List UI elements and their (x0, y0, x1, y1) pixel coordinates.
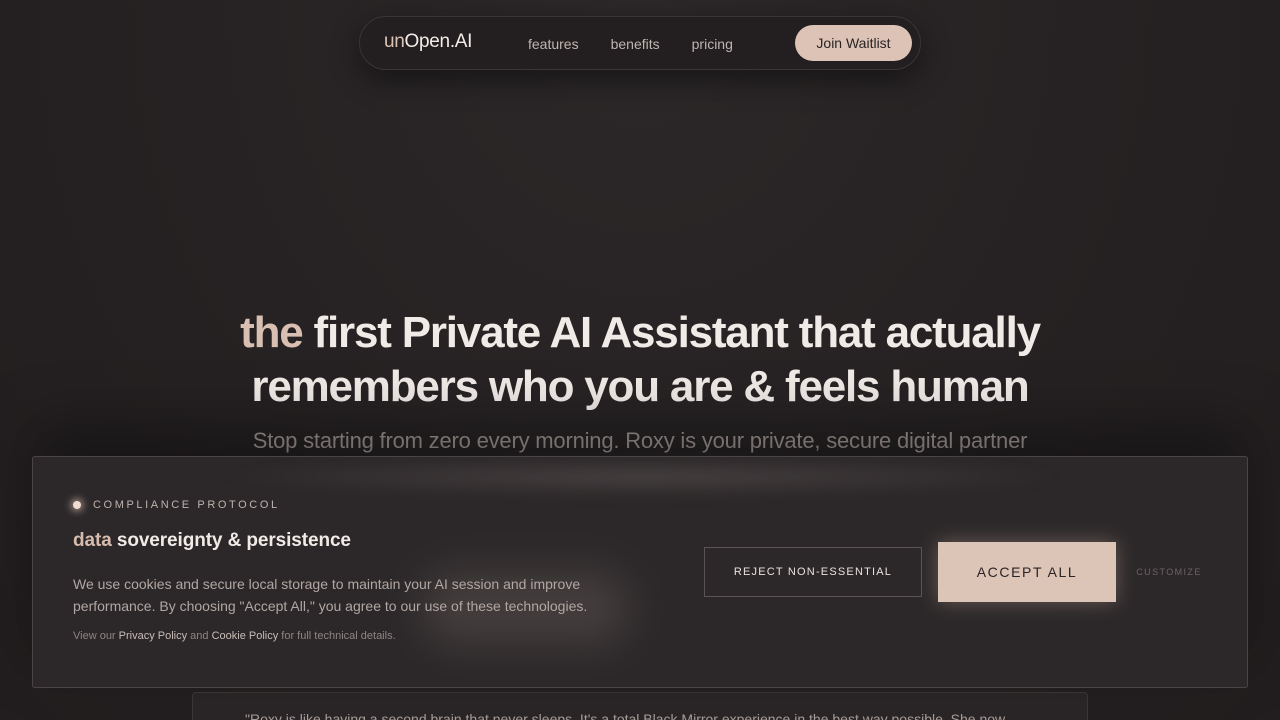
top-nav: unOpen.AI features benefits pricing Join… (359, 16, 921, 70)
reject-non-essential-button[interactable]: REJECT NON-ESSENTIAL (704, 547, 922, 597)
cookie-banner: COMPLIANCE PROTOCOL data sovereignty & p… (32, 456, 1248, 688)
hero-title-line2: remembers who you are & feels human (251, 362, 1029, 411)
legal-and: and (187, 630, 212, 642)
status-dot-icon (73, 501, 81, 509)
nav-links: features benefits pricing (528, 17, 733, 71)
hero-title: the first Private AI Assistant that actu… (0, 306, 1280, 414)
privacy-policy-link[interactable]: Privacy Policy (119, 630, 187, 642)
hero-title-accent: the (240, 308, 304, 357)
customize-button[interactable]: CUSTOMIZE (1133, 563, 1205, 581)
logo[interactable]: unOpen.AI (384, 31, 472, 53)
protocol-label: COMPLIANCE PROTOCOL (93, 499, 280, 511)
banner-title-accent: data (73, 530, 112, 551)
hero-subtitle: Stop starting from zero every morning. R… (252, 428, 1028, 453)
nav-link-features[interactable]: features (528, 36, 579, 52)
protocol-row: COMPLIANCE PROTOCOL (73, 499, 280, 511)
hero-title-line1: first Private AI Assistant that actually (302, 308, 1042, 357)
banner-title-rest: sovereignty & persistence (111, 530, 351, 551)
testimonial-card: "Roxy is like having a second brain that… (192, 692, 1088, 720)
cookie-policy-link[interactable]: Cookie Policy (212, 630, 279, 642)
legal-suffix: for full technical details. (278, 630, 396, 642)
banner-glow (213, 457, 1073, 497)
nav-link-benefits[interactable]: benefits (611, 36, 660, 52)
nav-link-pricing[interactable]: pricing (692, 36, 733, 52)
banner-legal: View our Privacy Policy and Cookie Polic… (73, 630, 396, 642)
testimonial-text: "Roxy is like having a second brain that… (245, 711, 1006, 720)
legal-prefix: View our (73, 630, 119, 642)
landing-page: unOpen.AI features benefits pricing Join… (0, 0, 1280, 720)
logo-main: Open.AI (404, 31, 473, 52)
banner-title: data sovereignty & persistence (73, 530, 351, 552)
logo-prefix: un (384, 31, 405, 52)
accept-all-button[interactable]: ACCEPT ALL (938, 542, 1116, 602)
join-waitlist-button[interactable]: Join Waitlist (795, 25, 912, 61)
banner-body: We use cookies and secure local storage … (73, 576, 588, 614)
